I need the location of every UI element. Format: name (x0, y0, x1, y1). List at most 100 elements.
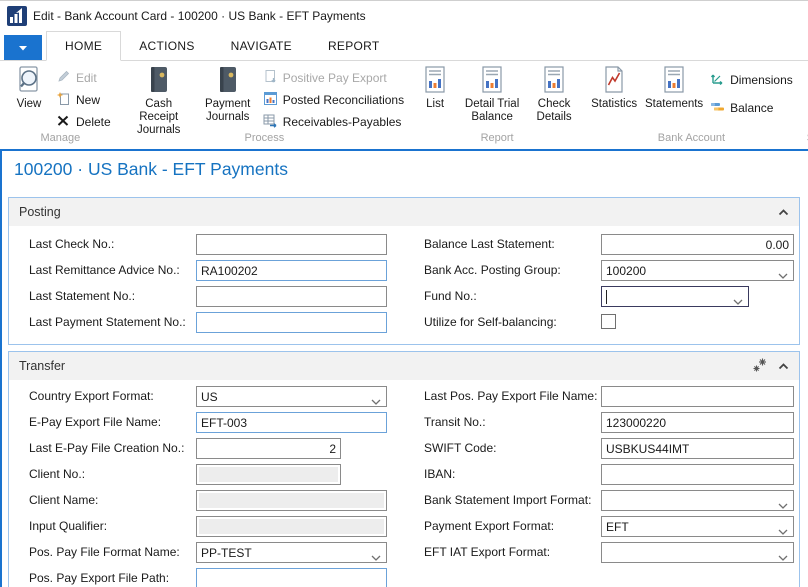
last-remittance-advice-no-input[interactable]: RA100202 (196, 260, 387, 281)
chevron-down-icon (778, 550, 788, 564)
ribbon-tab-bar: HOME ACTIONS NAVIGATE REPORT (0, 31, 808, 61)
statements-button[interactable]: Statements (642, 63, 706, 112)
ribbon-group-label-bank-account: Bank Account (586, 131, 797, 147)
iban-input[interactable] (601, 464, 794, 485)
utilize-self-balancing-label: Utilize for Self-balancing: (424, 312, 596, 332)
list-button[interactable]: List (414, 63, 456, 112)
pos-pay-file-format-name-dropdown[interactable]: PP-TEST (196, 542, 387, 563)
payment-export-format-dropdown[interactable]: EFT (601, 516, 794, 537)
last-payment-statement-no-label: Last Payment Statement No.: (29, 312, 194, 332)
report-chart-page-icon (661, 64, 687, 96)
table-arrows-icon (263, 113, 278, 131)
tab-report[interactable]: REPORT (310, 31, 398, 61)
last-check-no-input[interactable] (196, 234, 387, 255)
edit-button[interactable]: Edit (52, 67, 115, 89)
title-bar: Edit - Bank Account Card - 100200 · US B… (0, 1, 808, 31)
fund-no-label: Fund No.: (424, 286, 596, 306)
transfer-section: Transfer Country Export Format: US Last … (8, 351, 800, 587)
statistics-line-chart-icon (601, 64, 627, 96)
chevron-down-icon (371, 550, 381, 564)
bank-statement-import-format-dropdown[interactable] (601, 490, 794, 511)
dimensions-button[interactable]: Dimensions (706, 69, 797, 91)
chevron-up-icon[interactable] (778, 205, 789, 219)
client-no-input (196, 464, 341, 485)
epay-export-file-name-input[interactable]: EFT-003 (196, 412, 387, 433)
receivables-payables-button[interactable]: Receivables-Payables (259, 111, 408, 133)
swift-code-label: SWIFT Code: (424, 438, 596, 458)
new-button[interactable]: New (52, 89, 115, 111)
ribbon-accent-line (0, 149, 808, 151)
report-chart-page-icon (422, 64, 448, 96)
page-title: 100200 · US Bank - EFT Payments (14, 159, 288, 180)
report-chart-page-icon (541, 64, 567, 96)
new-document-icon (56, 91, 71, 109)
chevron-down-icon (733, 294, 743, 308)
window-title: Edit - Bank Account Card - 100200 · US B… (33, 9, 366, 23)
balance-button[interactable]: Balance (706, 97, 797, 119)
report-chart-page-icon (479, 64, 505, 96)
check-details-button[interactable]: Check Details (528, 63, 580, 125)
text-cursor (606, 290, 607, 304)
transfer-section-title: Transfer (19, 359, 65, 373)
application-menu-button[interactable] (4, 35, 42, 60)
bank-account-card-window: Edit - Bank Account Card - 100200 · US B… (0, 0, 808, 587)
bank-acc-posting-group-label: Bank Acc. Posting Group: (424, 260, 596, 280)
tab-actions[interactable]: ACTIONS (121, 31, 212, 61)
view-button[interactable]: View (6, 63, 52, 112)
chevron-up-icon[interactable] (778, 359, 789, 373)
eft-iat-export-format-label: EFT IAT Export Format: (424, 542, 596, 562)
ribbon-group-process: Cash Receipt Journals Payment Journals P… (121, 61, 408, 149)
statistics-button[interactable]: Statistics (586, 63, 642, 112)
delete-button[interactable]: Delete (52, 111, 115, 133)
ribbon-group-label-report: Report (414, 131, 580, 147)
last-statement-no-label: Last Statement No.: (29, 286, 194, 306)
pos-pay-export-file-path-label: Pos. Pay Export File Path: (29, 568, 194, 587)
detail-trial-balance-button[interactable]: Detail Trial Balance (456, 63, 528, 125)
chevron-down-icon (778, 524, 788, 538)
last-epay-file-creation-no-input[interactable]: 2 (196, 438, 341, 459)
client-name-input (196, 490, 387, 511)
last-pos-pay-export-file-name-input[interactable] (601, 386, 794, 407)
journal-book-icon (215, 64, 241, 96)
tab-navigate[interactable]: NAVIGATE (213, 31, 310, 61)
input-qualifier-label: Input Qualifier: (29, 516, 194, 536)
tab-home[interactable]: HOME (46, 31, 121, 61)
country-export-format-label: Country Export Format: (29, 386, 194, 406)
balance-bars-icon (710, 99, 725, 117)
country-export-format-dropdown[interactable]: US (196, 386, 387, 407)
last-epay-file-creation-no-label: Last E-Pay File Creation No.: (29, 438, 194, 458)
fund-no-dropdown[interactable] (601, 286, 749, 307)
posting-section-title: Posting (19, 205, 61, 219)
swift-code-input[interactable]: USBKUS44IMT (601, 438, 794, 459)
ribbon-group-label-manage: Manage (6, 131, 115, 147)
transfer-section-header[interactable]: Transfer (9, 352, 799, 380)
utilize-self-balancing-checkbox[interactable] (601, 314, 616, 329)
cash-receipt-journals-button[interactable]: Cash Receipt Journals (121, 63, 197, 138)
last-payment-statement-no-input[interactable] (196, 312, 387, 333)
epay-export-file-name-label: E-Pay Export File Name: (29, 412, 194, 432)
eft-iat-export-format-dropdown[interactable] (601, 542, 794, 563)
last-statement-no-input[interactable] (196, 286, 387, 307)
chevron-down-icon (778, 498, 788, 512)
ribbon-group-manage: View Edit New (6, 61, 115, 149)
posted-reconciliations-button[interactable]: Posted Reconciliations (259, 89, 408, 111)
input-qualifier-input (196, 516, 387, 537)
pos-pay-export-file-path-input[interactable] (196, 568, 387, 587)
balance-last-statement-input[interactable]: 0.00 (601, 234, 794, 255)
journal-book-icon (146, 64, 172, 96)
posting-section-header[interactable]: Posting (9, 198, 799, 226)
payment-journals-button[interactable]: Payment Journals (197, 63, 259, 125)
transit-no-label: Transit No.: (424, 412, 596, 432)
gears-icon[interactable] (752, 357, 768, 376)
transit-no-input[interactable]: 123000220 (601, 412, 794, 433)
ribbon-group-bank-account: Statistics Statements Dimensions (586, 61, 797, 149)
bank-acc-posting-group-dropdown[interactable]: 100200 (601, 260, 794, 281)
ribbon-group-truncated: S (803, 61, 808, 149)
iban-label: IBAN: (424, 464, 596, 484)
positive-pay-export-button[interactable]: Positive Pay Export (259, 67, 408, 89)
posting-section: Posting Last Check No.: Balance Last Sta… (8, 197, 800, 345)
ribbon-group-report: List Detail Trial Balance Check Details … (414, 61, 580, 149)
chevron-down-icon (18, 39, 28, 57)
balance-last-statement-label: Balance Last Statement: (424, 234, 596, 254)
export-document-icon (263, 69, 278, 87)
